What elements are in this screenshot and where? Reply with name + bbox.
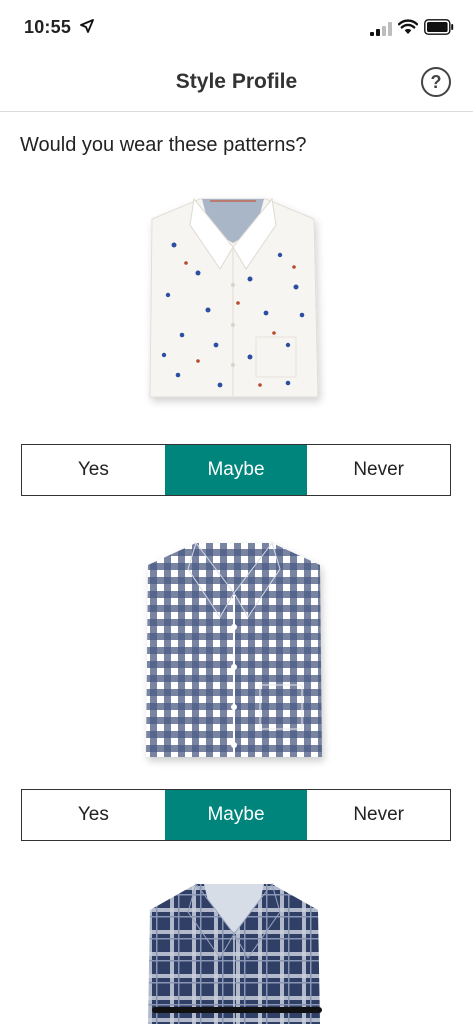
cellular-signal-icon — [370, 22, 392, 36]
never-button[interactable]: Never — [307, 445, 451, 495]
shirt-image-navy-plaid — [148, 882, 320, 1024]
yes-button[interactable]: Yes — [22, 790, 165, 840]
page-title: Style Profile — [175, 70, 298, 93]
choice-group-2: Yes Maybe Never — [21, 789, 451, 841]
choice-group-1: Yes Maybe Never — [21, 444, 451, 496]
question-heading: Would you wear these patterns? — [20, 134, 307, 156]
yes-button[interactable]: Yes — [22, 445, 165, 495]
never-button[interactable]: Never — [307, 790, 451, 840]
maybe-button[interactable]: Maybe — [164, 445, 308, 495]
nav-bar: Style Profile ? — [0, 56, 473, 112]
shirt-image-navy-gingham — [146, 541, 322, 757]
help-button[interactable]: ? — [421, 67, 451, 97]
shirt-image-white-floral — [149, 197, 319, 398]
status-time: 10:55 — [24, 17, 72, 37]
wifi-icon — [398, 19, 418, 34]
home-indicator — [152, 1007, 322, 1013]
status-bar: 10:55 — [0, 0, 473, 56]
location-arrow-icon — [80, 19, 94, 33]
maybe-button[interactable]: Maybe — [164, 790, 308, 840]
battery-icon — [424, 19, 454, 35]
